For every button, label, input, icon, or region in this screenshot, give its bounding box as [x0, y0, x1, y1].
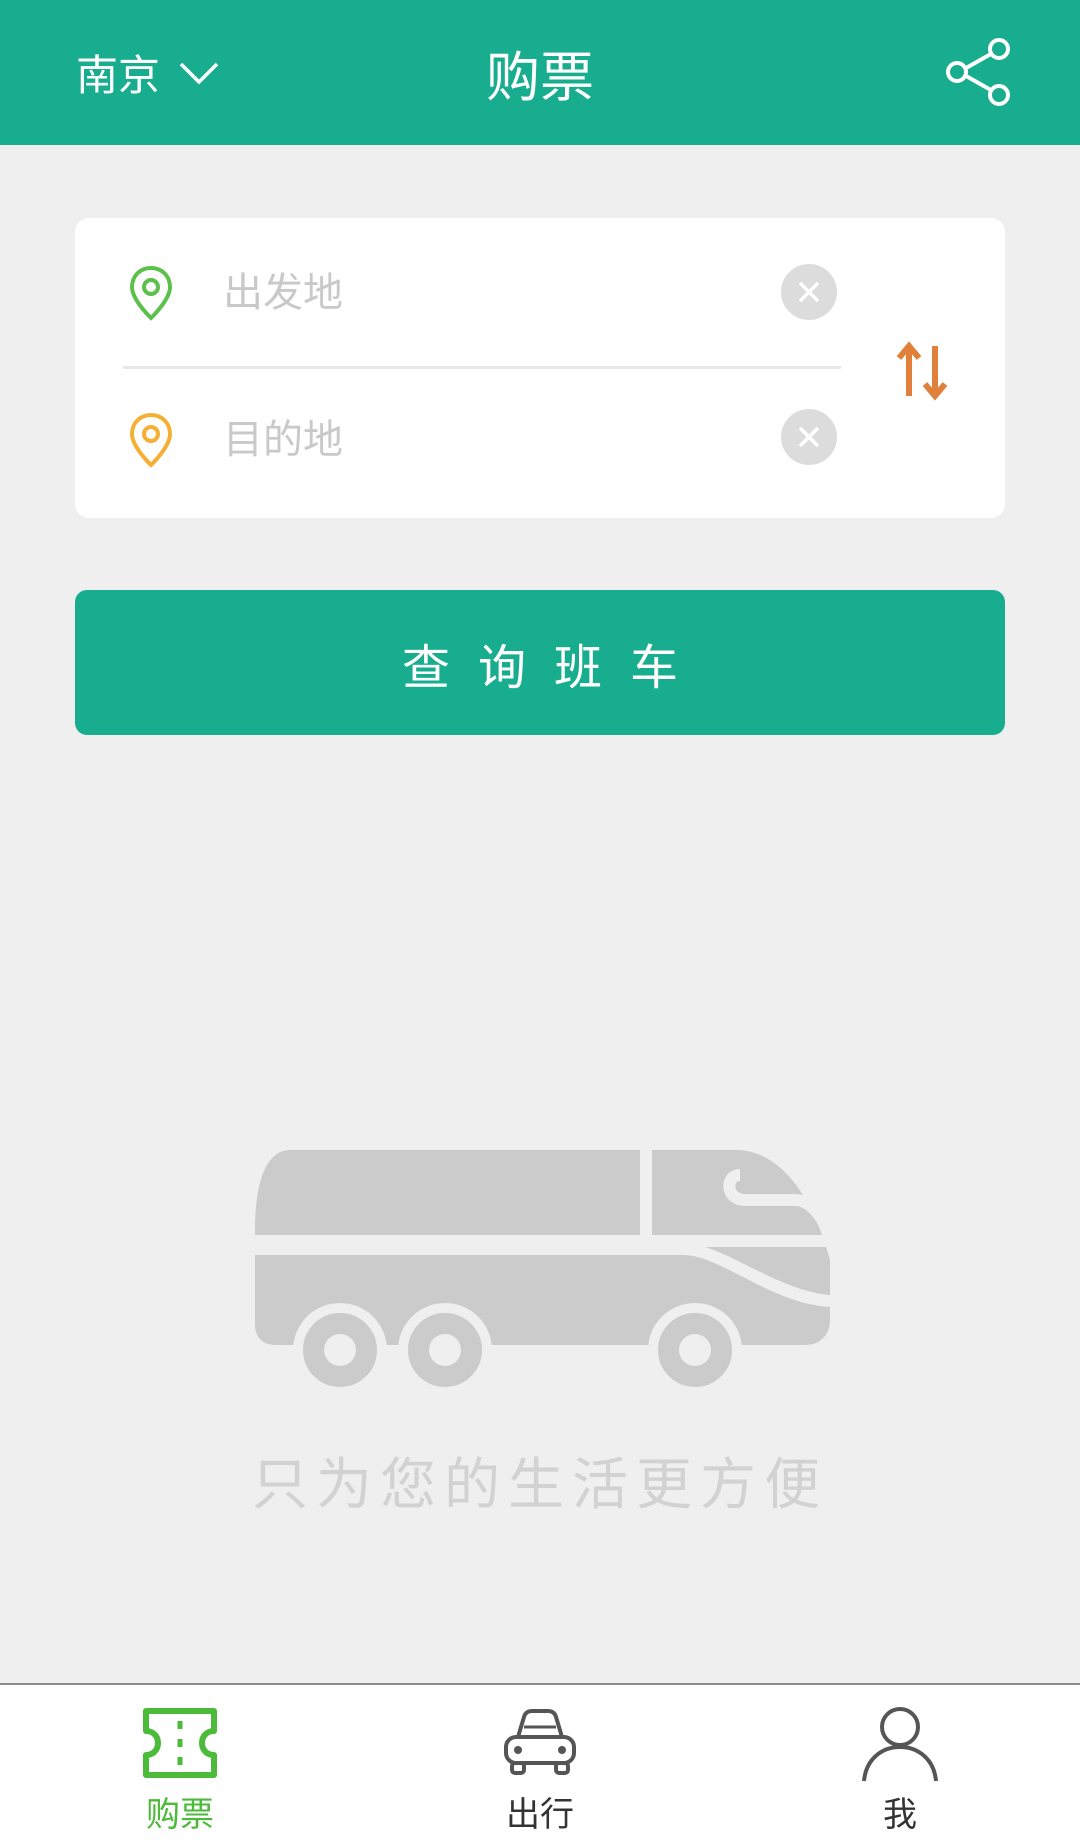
top-bar: 南京 购票 — [0, 0, 1080, 145]
city-selector[interactable]: 南京 — [76, 0, 220, 145]
tab-me[interactable]: 我 — [800, 1685, 1000, 1845]
bottom-tab-bar: 购票 出行 我 — [0, 1683, 1080, 1845]
destination-row — [75, 369, 845, 519]
route-search-card — [75, 218, 1005, 518]
bus-icon — [255, 1150, 840, 1395]
ticket-icon — [143, 1708, 217, 1778]
chevron-down-icon — [179, 62, 219, 84]
destination-input[interactable] — [223, 405, 663, 475]
car-icon — [504, 1709, 576, 1775]
tab-label: 购票 — [146, 1795, 214, 1835]
clear-departure-button[interactable] — [781, 264, 837, 320]
location-pin-icon — [129, 412, 173, 468]
location-pin-icon — [129, 265, 173, 321]
clear-destination-button[interactable] — [781, 409, 837, 465]
departure-row — [75, 218, 845, 368]
share-icon[interactable] — [942, 36, 1014, 108]
slogan-text: 只为您的生活更方便 — [252, 1453, 828, 1518]
city-label: 南京 — [76, 51, 161, 100]
tab-buy-ticket[interactable]: 购票 — [80, 1685, 280, 1845]
swap-icon[interactable] — [887, 336, 957, 406]
clear-icon — [798, 281, 820, 303]
clear-icon — [798, 426, 820, 448]
tab-label: 出行 — [506, 1795, 574, 1835]
app-screen: 南京 购票 出发地 目的地 查询班车 只为您的生活更方便 购票 出行 我 — [0, 0, 1080, 1845]
tab-travel[interactable]: 出行 — [440, 1685, 640, 1845]
departure-input[interactable] — [223, 258, 663, 328]
search-bus-button[interactable]: 查询班车 — [75, 590, 1005, 735]
user-icon — [862, 1707, 938, 1782]
tab-label: 我 — [883, 1795, 917, 1835]
